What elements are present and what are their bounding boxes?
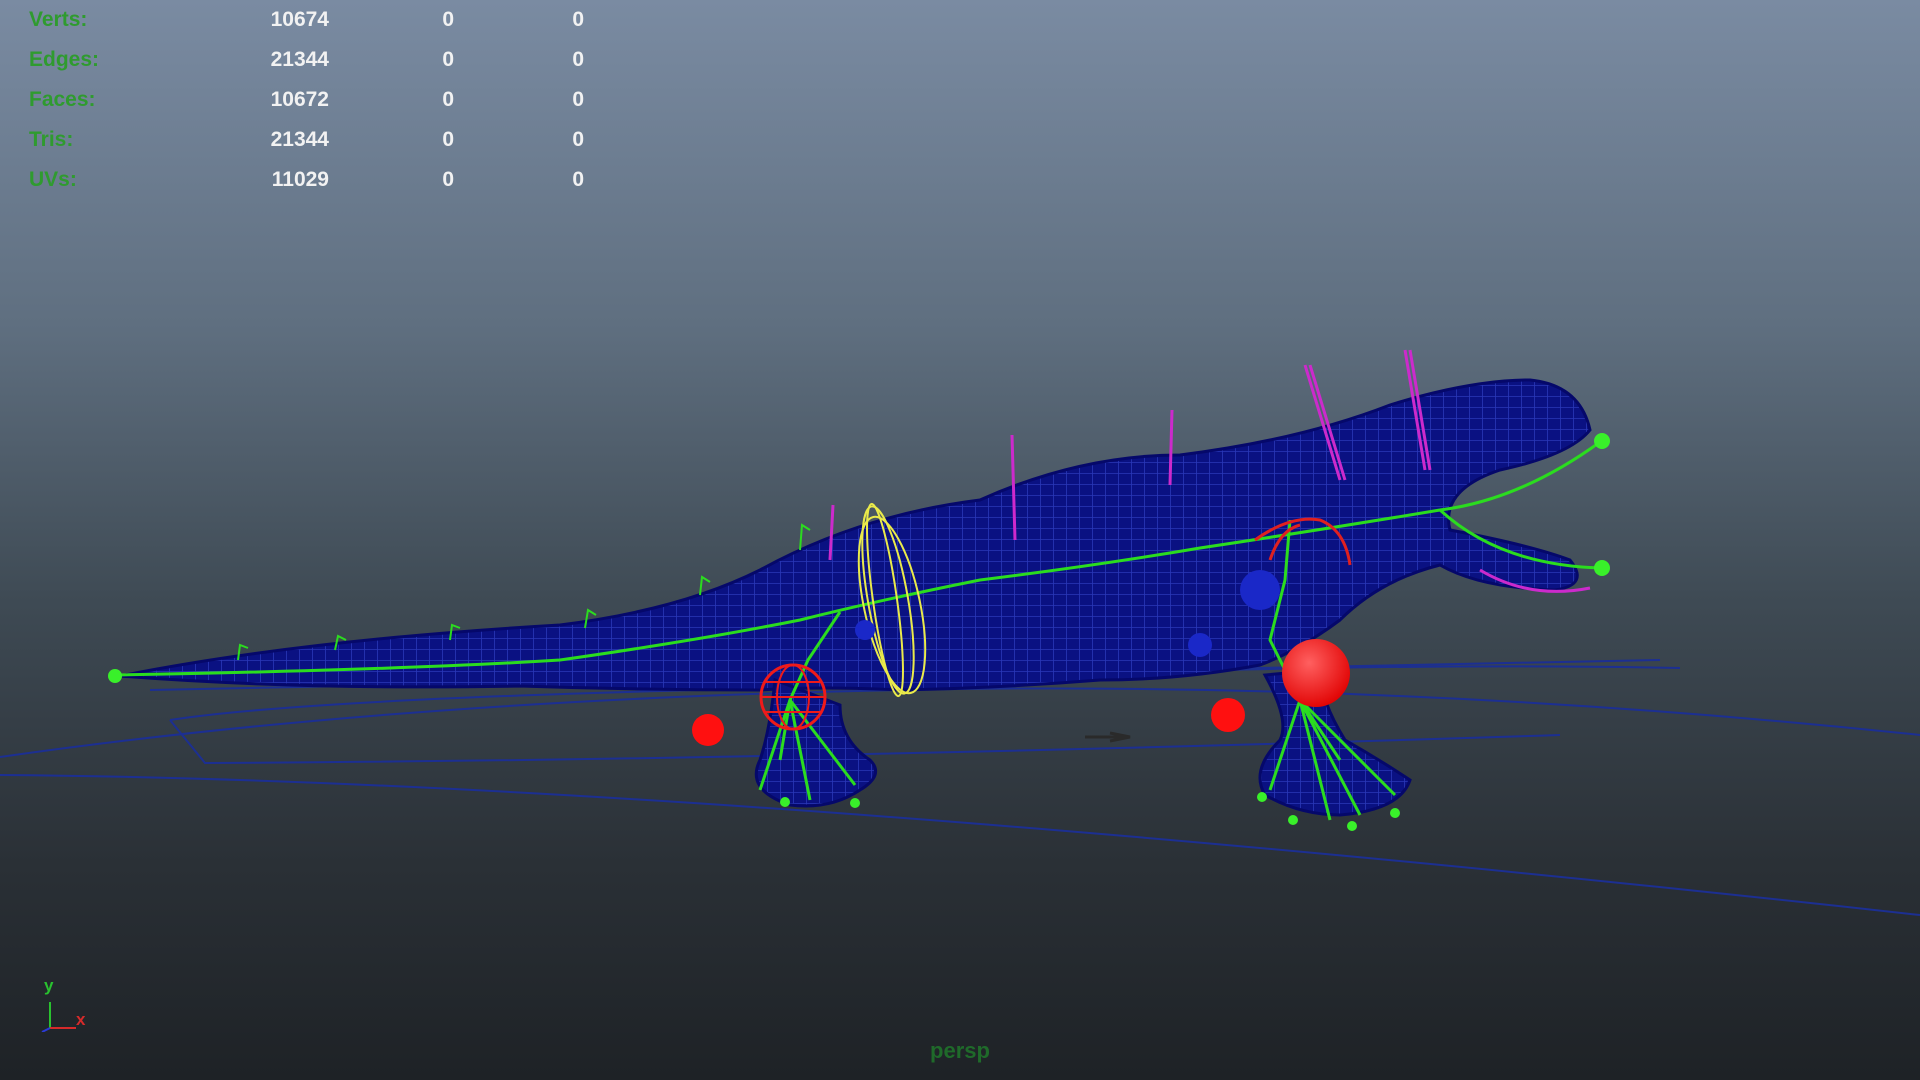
ground-control-curves[interactable]: [0, 659, 1920, 916]
hud-value: 0: [572, 48, 584, 71]
back-ik-handle[interactable]: [1211, 698, 1245, 732]
axis-y-label: y: [44, 976, 54, 995]
hud-value: 0: [572, 88, 584, 111]
hud-value: 0: [442, 48, 454, 71]
hud-value: 10674: [270, 8, 329, 31]
hud-value: 0: [442, 128, 454, 151]
hud-value: 0: [572, 128, 584, 151]
hud-value: 0: [442, 8, 454, 31]
axis-x-label: x: [76, 1010, 86, 1029]
hud-label: Edges:: [29, 48, 100, 71]
hud-row-uvs: UVs: 11029 0 0: [29, 160, 584, 200]
hud-row-faces: Faces: 10672 0 0: [29, 80, 584, 120]
hud-value: 0: [572, 8, 584, 31]
hud-value: 11029: [271, 168, 329, 191]
hud-value: 10672: [270, 88, 329, 111]
hud-label: Tris:: [29, 128, 74, 151]
hud-row-verts: Verts: 10674 0 0: [29, 0, 584, 40]
hud-label: Verts:: [29, 8, 88, 31]
hud-value: 0: [442, 88, 454, 111]
hud-value: 0: [572, 168, 584, 191]
hud-label: UVs:: [29, 168, 77, 191]
hud-row-edges: Edges: 21344 0 0: [29, 40, 584, 80]
hud-value: 0: [442, 168, 454, 191]
hud-value: 21344: [270, 128, 329, 151]
poly-count-hud: Verts: 10674 0 0 Edges: 21344 0 0 Faces:…: [29, 0, 584, 200]
hud-row-tris: Tris: 21344 0 0: [29, 120, 584, 160]
hud-label: Faces:: [29, 88, 96, 111]
front-ik-handle[interactable]: [692, 714, 724, 746]
origin-marker[interactable]: [1085, 731, 1131, 743]
maya-perspective-viewport[interactable]: Verts: 10674 0 0 Edges: 21344 0 0 Faces:…: [0, 0, 1920, 1080]
view-axis-indicator: y x: [38, 972, 98, 1032]
camera-name-label: persp: [930, 1038, 990, 1063]
lizard-mesh[interactable]: [119, 378, 1592, 817]
hud-value: 21344: [270, 48, 329, 71]
back-ik-sphere[interactable]: [1282, 639, 1350, 707]
